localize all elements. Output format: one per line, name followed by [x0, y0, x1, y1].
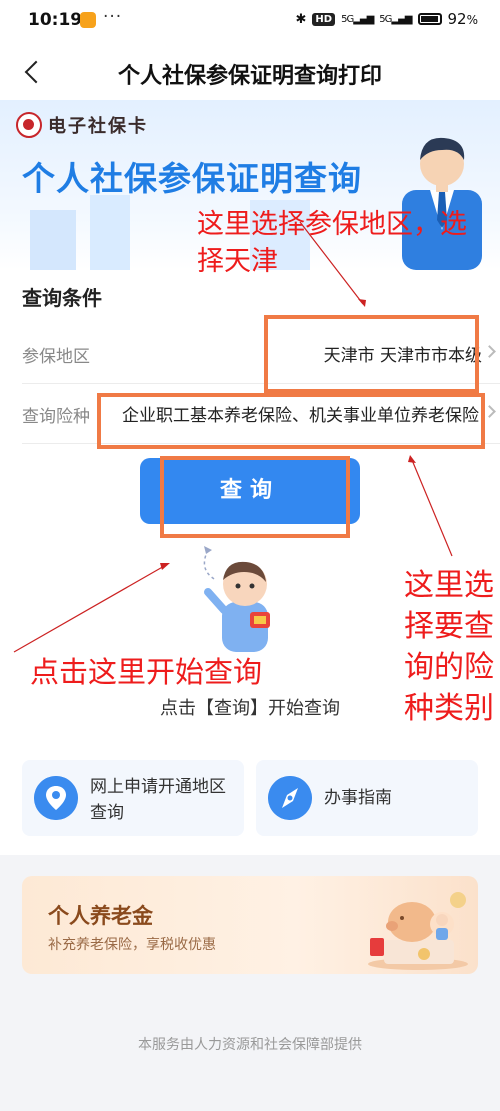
- status-time: 10:19: [28, 10, 83, 30]
- chevron-right-icon: [483, 405, 496, 418]
- e-social-card-logo: 电子社保卡: [16, 112, 148, 138]
- annotation-click-tip: 点击这里开始查询: [30, 655, 263, 689]
- online-application-label: 网上申请开通地区查询: [90, 777, 226, 823]
- annotation-insurance-tip-1: 这里选: [404, 568, 494, 603]
- hd-badge: HD: [312, 12, 336, 26]
- kid-mascot-illustration: [203, 546, 270, 652]
- annotation-box-query-button: [160, 456, 350, 538]
- bluetooth-icon: ✱: [295, 11, 307, 27]
- annotation-region-tip-line2: 择天津: [197, 246, 278, 277]
- service-cards: 网上申请开通地区查询 办事指南: [0, 740, 500, 855]
- social-security-seal-icon: [16, 112, 42, 138]
- piggy-bank-illustration: [368, 892, 468, 970]
- location-pin-icon: [34, 776, 78, 820]
- signal-5g-icon-2: 5G▂▄▆: [379, 13, 412, 25]
- annotation-box-insurance: [97, 393, 485, 449]
- signal-label: 5G: [341, 13, 354, 25]
- battery-level: 92%: [448, 10, 479, 28]
- pension-title: 个人养老金: [48, 904, 153, 928]
- online-application-card[interactable]: 网上申请开通地区查询: [22, 760, 244, 836]
- status-indicators: ✱ HD 5G▂▄▆ 5G▂▄▆ 92%: [296, 10, 478, 28]
- service-guide-card[interactable]: 办事指南: [256, 760, 478, 836]
- region-label: 参保地区: [22, 347, 90, 367]
- annotation-region-tip-line1: 这里选择参保地区，选: [197, 209, 467, 240]
- status-bar: 10:19 ··· ✱ HD 5G▂▄▆ 5G▂▄▆ 92%: [0, 0, 500, 44]
- battery-percent: 92: [447, 10, 467, 28]
- chevron-right-icon: [483, 345, 496, 358]
- footer-text: 本服务由人力资源和社会保障部提供: [138, 1037, 362, 1053]
- logo-text: 电子社保卡: [48, 116, 148, 137]
- banner-decoration: [90, 195, 130, 270]
- app-notification-icon: [80, 12, 96, 28]
- businessman-illustration: [402, 137, 482, 270]
- pension-subtitle: 补充养老保险，享税收优惠: [48, 937, 216, 953]
- insurance-label: 查询险种: [22, 407, 90, 427]
- compass-icon: [268, 776, 312, 820]
- annotation-box-region: [264, 315, 479, 393]
- banner-title: 个人社保参保证明查询: [22, 159, 362, 198]
- service-guide-label: 办事指南: [324, 788, 392, 808]
- nav-bar: 个人社保参保证明查询打印: [0, 44, 500, 100]
- more-notifications-icon: ···: [103, 7, 123, 27]
- personal-pension-banner[interactable]: 个人养老金 补充养老保险，享税收优惠: [22, 876, 478, 974]
- annotation-insurance-tip-3: 询的险: [404, 650, 494, 685]
- banner-decoration: [30, 210, 76, 270]
- annotation-insurance-tip-4: 种类别: [404, 691, 494, 726]
- signal-label-2: 5G: [379, 13, 392, 25]
- page-title: 个人社保参保证明查询打印: [117, 64, 382, 89]
- battery-unit: %: [466, 13, 478, 27]
- section-title: 查询条件: [22, 286, 102, 310]
- battery-icon: [417, 13, 442, 25]
- annotation-insurance-tip-2: 择要查: [404, 609, 494, 644]
- signal-5g-icon: 5G▂▄▆: [341, 13, 374, 25]
